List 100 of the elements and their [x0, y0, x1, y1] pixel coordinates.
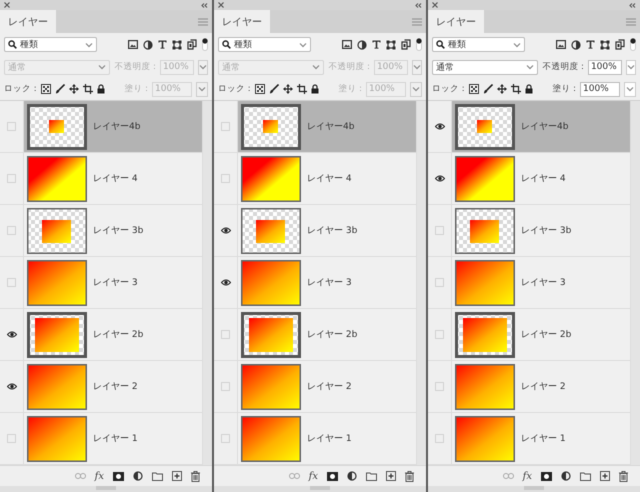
move-icon[interactable]: [282, 84, 293, 94]
eye-icon[interactable]: [434, 123, 444, 130]
visibility-checkbox[interactable]: [435, 382, 444, 391]
folder-icon[interactable]: [580, 472, 591, 480]
filter-dropdown[interactable]: 種類: [432, 37, 525, 52]
filter-toggle[interactable]: [202, 38, 208, 51]
half-circle-icon[interactable]: [143, 40, 153, 50]
crop-icon[interactable]: [82, 84, 93, 94]
layer-name: レイヤー 2b: [521, 329, 572, 341]
type-icon[interactable]: [372, 40, 381, 49]
layer-name: レイヤー 3: [307, 277, 352, 289]
filter-toggle[interactable]: [630, 38, 636, 51]
fill-dropdown[interactable]: [196, 82, 208, 96]
shape-icon[interactable]: [600, 40, 610, 50]
fill-label: 塗り :: [338, 83, 362, 95]
layer-name: レイヤー 4: [307, 173, 352, 185]
move-icon[interactable]: [496, 84, 507, 94]
opacity-dropdown[interactable]: [626, 60, 636, 74]
half-circle-icon[interactable]: [357, 40, 367, 50]
scrollbar[interactable]: [416, 101, 426, 465]
visibility-checkbox[interactable]: [435, 434, 444, 443]
trash-icon[interactable]: [619, 470, 628, 482]
lock-icon[interactable]: [524, 84, 533, 94]
chevron-icon: [98, 64, 106, 70]
scrollbar[interactable]: [202, 101, 212, 465]
layer-name: レイヤー 2b: [93, 329, 144, 341]
layer-name: レイヤー 1: [307, 433, 352, 445]
move-icon[interactable]: [68, 84, 79, 94]
lock-pixels-icon[interactable]: [468, 84, 479, 94]
chevron-icon: [85, 42, 93, 48]
chevron-icon: [526, 64, 534, 70]
opacity-field[interactable]: 100%: [588, 60, 622, 74]
visibility-checkbox[interactable]: [435, 330, 444, 339]
lock-icon[interactable]: [310, 84, 319, 94]
opacity-label: 不透明度 :: [542, 61, 584, 73]
layers-tab[interactable]: レイヤー: [428, 10, 484, 33]
search-icon: [436, 40, 445, 49]
smart-object-icon[interactable]: [401, 39, 411, 50]
lock-icon[interactable]: [96, 84, 105, 94]
trash-icon[interactable]: [405, 470, 414, 482]
fill-field[interactable]: 100%: [580, 82, 620, 96]
blend-mode-value: 通常: [436, 62, 454, 74]
layer-name: レイヤー 4: [93, 173, 138, 185]
adjustment-icon[interactable]: [347, 471, 357, 481]
chevron-icon: [198, 86, 206, 92]
type-icon[interactable]: [586, 40, 595, 49]
new-layer-icon[interactable]: [600, 471, 610, 481]
visibility-checkbox[interactable]: [435, 278, 444, 287]
effects-button[interactable]: fx: [522, 470, 532, 482]
image-icon[interactable]: [342, 40, 352, 49]
smart-object-icon[interactable]: [187, 39, 197, 50]
lock-pixels-icon[interactable]: [254, 84, 265, 94]
half-circle-icon[interactable]: [571, 40, 581, 50]
chevron-icon: [412, 64, 421, 70]
mask-icon[interactable]: [113, 472, 124, 480]
smart-object-icon[interactable]: [615, 39, 625, 50]
collapse-icon[interactable]: [201, 2, 208, 8]
fill-dropdown[interactable]: [624, 82, 636, 96]
close-icon[interactable]: [4, 2, 10, 8]
layer-name: レイヤー 2: [521, 381, 566, 393]
crop-icon[interactable]: [510, 84, 521, 94]
opacity-dropdown[interactable]: [198, 60, 208, 74]
layer-name: レイヤー 3: [521, 277, 566, 289]
blend-mode-dropdown[interactable]: 通常: [432, 60, 538, 74]
folder-icon[interactable]: [366, 472, 377, 480]
close-icon[interactable]: [432, 2, 438, 8]
brush-icon[interactable]: [268, 84, 279, 94]
new-layer-icon[interactable]: [172, 471, 182, 481]
adjustment-icon[interactable]: [561, 471, 571, 481]
fill-dropdown[interactable]: [410, 82, 422, 96]
eye-icon[interactable]: [434, 175, 444, 182]
filter-value: 種類: [20, 38, 39, 51]
scrollbar[interactable]: [630, 101, 640, 465]
lock-label: ロック :: [432, 83, 465, 95]
shape-icon[interactable]: [386, 40, 396, 50]
fill-label: 塗り :: [552, 83, 576, 95]
chevron-icon: [513, 42, 521, 48]
image-icon[interactable]: [556, 40, 566, 49]
shape-icon[interactable]: [172, 40, 182, 50]
lock-pixels-icon[interactable]: [40, 84, 51, 94]
new-layer-icon[interactable]: [386, 471, 396, 481]
collapse-icon[interactable]: [629, 2, 636, 8]
trash-icon[interactable]: [191, 470, 200, 482]
blend-mode-value: 通常: [222, 62, 240, 74]
mask-icon[interactable]: [327, 472, 338, 480]
mask-icon[interactable]: [541, 472, 552, 480]
visibility-checkbox[interactable]: [435, 226, 444, 235]
layer-row[interactable]: レイヤー4b: [452, 101, 630, 152]
collapse-icon[interactable]: [415, 2, 422, 8]
image-icon[interactable]: [128, 40, 138, 49]
close-icon[interactable]: [218, 2, 224, 8]
brush-icon[interactable]: [482, 84, 493, 94]
crop-icon[interactable]: [296, 84, 307, 94]
folder-icon[interactable]: [152, 472, 163, 480]
opacity-dropdown[interactable]: [412, 60, 422, 74]
type-icon[interactable]: [158, 40, 167, 49]
filter-toggle[interactable]: [416, 38, 422, 51]
chevron-icon: [198, 64, 207, 70]
brush-icon[interactable]: [54, 84, 65, 94]
adjustment-icon[interactable]: [133, 471, 143, 481]
